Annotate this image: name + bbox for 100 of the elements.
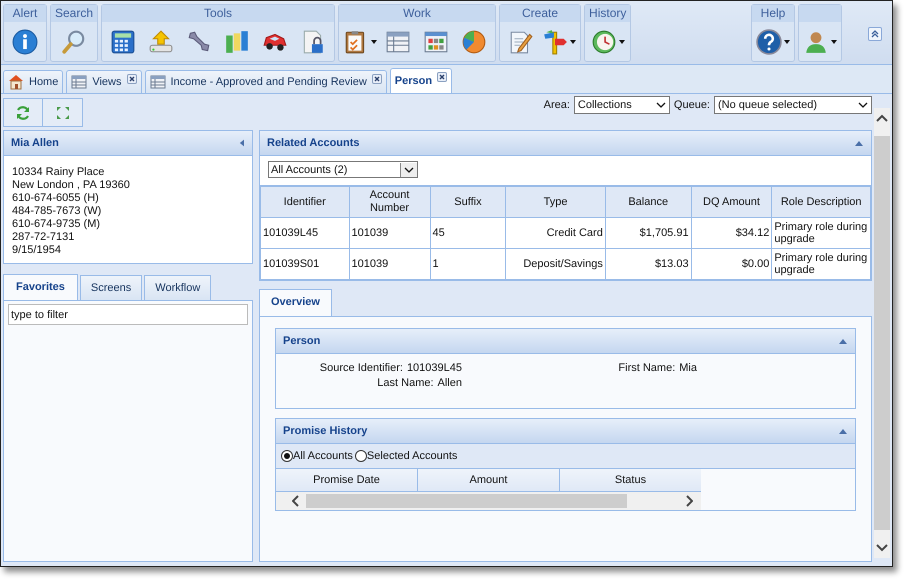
- chevron-up-icon[interactable]: [876, 114, 888, 122]
- section-title: Person: [283, 335, 320, 347]
- info-icon: [12, 28, 38, 54]
- collapse-left-icon[interactable]: [239, 139, 244, 147]
- group-title: Alert: [12, 6, 38, 20]
- table-cell: 1: [430, 248, 506, 280]
- clock-icon: [590, 28, 617, 54]
- contact-detail: 10334 Rainy Place: [12, 166, 106, 179]
- column-header[interactable]: Status: [560, 469, 701, 491]
- area-label: Area:: [544, 99, 570, 111]
- contact-detail: 610-674-9735 (M): [12, 218, 102, 231]
- chevron-down-icon: [858, 102, 868, 108]
- column-header[interactable]: DQ Amount: [691, 186, 772, 218]
- field-label: Source Identifier:: [320, 362, 403, 374]
- upload-icon: [148, 28, 174, 54]
- person-name: Mia Allen: [11, 137, 59, 149]
- queue-dropdown[interactable]: (No queue selected): [714, 96, 872, 114]
- bar-chart-icon: [224, 28, 250, 54]
- table-cell: Primary role during upgrade: [772, 218, 870, 248]
- table-icon: [71, 74, 88, 90]
- filter-field[interactable]: type to filter: [8, 304, 248, 325]
- refresh-icon: [15, 104, 31, 120]
- chevron-right-icon[interactable]: [685, 495, 693, 507]
- group-title: Work: [403, 6, 431, 20]
- help-icon: [756, 28, 782, 54]
- house-icon: [8, 74, 24, 90]
- accounts-dropdown[interactable]: All Accounts (2): [268, 161, 418, 178]
- expand-icon: [54, 104, 70, 120]
- table-cell: 101039S01: [260, 248, 349, 280]
- double-chevron-up-icon: [870, 29, 880, 39]
- column-header[interactable]: Amount: [418, 469, 560, 491]
- column-header[interactable]: Role Description: [772, 186, 870, 218]
- tab[interactable]: Views: [66, 70, 142, 93]
- scope-radio[interactable]: All Accounts: [281, 450, 353, 462]
- tab[interactable]: Overview: [259, 289, 332, 316]
- collapse-icon[interactable]: [839, 338, 847, 344]
- tab[interactable]: Screens: [80, 275, 142, 300]
- horizontal-scrollbar[interactable]: [276, 492, 701, 510]
- field-label: First Name:: [618, 362, 676, 374]
- column-header[interactable]: Balance: [605, 186, 692, 218]
- area-dropdown[interactable]: Collections: [574, 96, 670, 114]
- column-header[interactable]: Account Number: [349, 186, 430, 218]
- section-title: Promise History: [283, 425, 368, 437]
- refresh-button[interactable]: [4, 99, 43, 126]
- column-header[interactable]: Identifier: [260, 186, 349, 218]
- tab[interactable]: Favorites: [3, 274, 78, 300]
- chevron-down-icon: [656, 102, 666, 108]
- calculator-icon: [110, 28, 136, 54]
- column-header[interactable]: Type: [506, 186, 606, 218]
- tab[interactable]: Workflow: [144, 275, 212, 300]
- table-cell: $13.03: [605, 248, 692, 280]
- table-icon: [150, 74, 166, 90]
- caret-icon: [831, 40, 837, 44]
- table-icon: [385, 28, 412, 54]
- column-header[interactable]: Promise Date: [276, 469, 418, 491]
- column-header[interactable]: Suffix: [430, 186, 506, 218]
- close-icon[interactable]: [437, 72, 448, 82]
- chevron-left-icon[interactable]: [292, 495, 300, 507]
- group-title: Search: [55, 6, 94, 20]
- collapse-icon[interactable]: [855, 140, 863, 146]
- caret-icon: [570, 40, 576, 44]
- table-cell: Deposit/Savings: [506, 248, 606, 280]
- vertical-scrollbar[interactable]: [874, 108, 890, 558]
- tab[interactable]: Home: [3, 70, 64, 93]
- contact-detail: New London , PA 19360: [12, 179, 131, 192]
- table-cell: 101039: [349, 218, 430, 248]
- table-cell: 45: [430, 218, 506, 248]
- group-header: [799, 5, 841, 22]
- caret-icon: [784, 40, 790, 44]
- field-label: Last Name:: [377, 377, 434, 389]
- group-title: Tools: [204, 6, 232, 20]
- tab-label: Income - Approved and Pending Review: [170, 76, 367, 88]
- collapse-icon[interactable]: [839, 428, 847, 434]
- table-cell: 101039L45: [260, 218, 349, 248]
- expand-button[interactable]: [43, 99, 82, 126]
- field-value: 101039L45: [406, 362, 462, 374]
- chevron-down-icon[interactable]: [876, 544, 888, 552]
- collapse-ribbon-button[interactable]: [868, 27, 882, 41]
- search-icon: [61, 28, 88, 54]
- tiles-icon: [423, 28, 450, 54]
- close-icon[interactable]: [372, 74, 382, 84]
- tab-label: Views: [92, 76, 122, 88]
- edit-document-icon: [508, 28, 534, 54]
- caret-icon: [618, 40, 625, 44]
- group-title: Help: [760, 6, 786, 20]
- scope-radio[interactable]: Selected Accounts: [354, 450, 458, 462]
- group-title: Create: [522, 6, 558, 20]
- pie-chart-icon: [461, 28, 488, 54]
- table-cell: 101039: [349, 248, 430, 280]
- table-cell: $0.00: [691, 248, 772, 280]
- contact-detail: 610-674-6055 (H): [12, 192, 100, 205]
- queue-label: Queue:: [674, 99, 710, 111]
- field-value: Mia: [679, 362, 697, 374]
- chevron-down-icon: [404, 166, 414, 172]
- tab[interactable]: Person: [390, 68, 452, 93]
- table-cell: $1,705.91: [605, 218, 692, 248]
- caret-icon: [371, 40, 378, 44]
- tab[interactable]: Income - Approved and Pending Review: [144, 70, 387, 93]
- tab-label: Person: [394, 75, 432, 87]
- close-icon[interactable]: [126, 74, 136, 84]
